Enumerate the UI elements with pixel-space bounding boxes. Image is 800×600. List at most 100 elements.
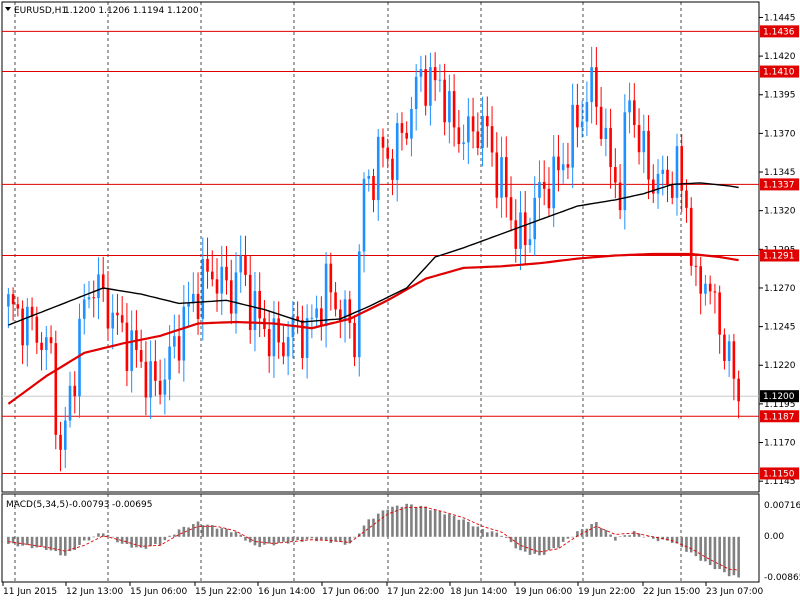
macd-hist-bar	[144, 536, 148, 549]
macd-hist-bar	[310, 536, 314, 539]
candle-body	[490, 126, 494, 153]
price-tick-label: 1.1270	[764, 284, 796, 294]
candle-body	[609, 128, 612, 168]
macd-hist-bar	[699, 536, 702, 561]
candle-body	[267, 329, 271, 357]
candle-body	[419, 69, 423, 77]
level-tag-label: 1.1150	[763, 469, 795, 479]
macd-hist-bar	[87, 536, 91, 541]
macd-hist-bar	[206, 524, 209, 537]
candle-body	[210, 271, 214, 280]
time-tick-label: 19 Jun 06:00	[515, 587, 572, 597]
macd-hist-bar	[542, 536, 546, 555]
macd-hist-bar	[367, 519, 371, 537]
macd-hist-bar	[590, 524, 593, 537]
candle-body	[35, 316, 39, 343]
macd-hist-bar	[481, 529, 484, 537]
macd-hist-bar	[282, 536, 285, 542]
macd-header: MACD(5,34,5) -0.00793 -0.00695	[6, 500, 152, 510]
candle-body	[45, 337, 48, 350]
macd-hist-bar	[26, 536, 29, 546]
time-tick-label: 17 Jun 06:00	[322, 587, 379, 597]
macd-hist-bar	[315, 536, 318, 542]
candle-body	[429, 67, 432, 106]
macd-hist-bar	[471, 526, 475, 537]
candle-body	[500, 157, 503, 198]
macd-hist-bar	[320, 536, 323, 540]
candle-body	[125, 322, 129, 371]
price-chart[interactable]: 1.1445 1.1420 1.1395 1.1370 1.1345 1.1320 1.12…	[0, 0, 800, 600]
macd-hist-bar	[414, 507, 418, 537]
macd-hist-bar	[225, 528, 228, 537]
time-axis: 11 Jun 2015 12 Jun 13:00 15 Jun 06:00 15 Ju…	[2, 582, 763, 597]
candle-body	[253, 290, 257, 331]
candle-body	[87, 297, 91, 300]
candle-body	[533, 197, 537, 240]
macd-hist-bar	[433, 509, 437, 537]
candle-body	[552, 156, 555, 209]
macd-hist-bar	[452, 515, 456, 537]
macd-hist-bar	[462, 519, 465, 537]
candle-body	[16, 304, 20, 309]
macd-hist-bar	[362, 525, 366, 537]
level-tag-label: 1.1187	[763, 412, 795, 422]
macd-hist-bar	[239, 534, 243, 537]
macd-hist-bar	[391, 506, 394, 537]
candle-body	[438, 79, 442, 81]
candle-body	[580, 121, 584, 128]
candle-body	[116, 312, 119, 316]
macd-hist-bar	[490, 531, 494, 537]
candle-body	[201, 259, 205, 319]
candle-body	[708, 283, 712, 292]
candle-body	[633, 100, 636, 126]
macd-hist-bar	[704, 536, 707, 562]
price-tick-label: 1.1345	[764, 168, 796, 178]
candle-body	[149, 361, 152, 398]
candle-body	[144, 361, 148, 398]
candle-body	[225, 266, 228, 281]
candle-body	[628, 100, 631, 113]
macd-hist-bar	[234, 531, 238, 537]
ohlc-readout: 1.1200 1.1206 1.1194 1.1200	[64, 6, 199, 16]
candle-body	[386, 147, 390, 159]
macd-hist-bar	[196, 521, 200, 537]
macd-hist-bar	[59, 536, 62, 556]
macd-hist-bar	[504, 536, 508, 538]
macd-axis: 0.00716 0.00 -0.00865	[764, 501, 800, 583]
macd-hist-bar	[486, 532, 489, 537]
main-chart-frame	[1, 1, 760, 493]
macd-hist-bar	[599, 528, 603, 537]
time-tick-label: 22 Jun 15:00	[643, 587, 700, 597]
candle-body	[206, 259, 209, 272]
candle-body	[139, 350, 143, 362]
price-tick-label: 1.1320	[764, 207, 796, 217]
macd-hist-bar	[528, 536, 532, 555]
candle-body	[405, 132, 408, 139]
candle-body	[97, 274, 100, 299]
chart-header: EURUSD,H1 1.1200 1.1206 1.1194 1.1200	[5, 6, 199, 16]
candle-body	[647, 130, 650, 180]
macd-hist-bar	[500, 535, 503, 537]
macd-hist-bar	[400, 506, 404, 537]
macd-tick-max: 0.00716	[764, 501, 800, 511]
candle-body	[723, 334, 726, 361]
candle-body	[661, 169, 665, 174]
macd-hist-bar	[533, 536, 537, 554]
candle-body	[106, 289, 110, 329]
macd-hist-bar	[187, 527, 190, 537]
candle-body	[685, 190, 688, 208]
macd-hist-bar	[173, 534, 176, 537]
candle-body	[120, 315, 124, 323]
macd-hist-bar	[253, 536, 257, 546]
macd-hist-bar	[523, 536, 527, 552]
price-tick-label: 1.1170	[764, 439, 796, 449]
candle-body	[433, 67, 437, 81]
macd-tick-min: -0.00865	[764, 573, 800, 583]
candle-body	[547, 188, 551, 209]
candle-body	[111, 312, 114, 329]
macd-signal-value: -0.00695	[112, 500, 152, 510]
time-tick-label: 12 Jun 13:00	[66, 587, 123, 597]
candle-body	[410, 109, 413, 139]
candle-body	[163, 379, 167, 395]
macd-hist-bar	[713, 536, 717, 570]
